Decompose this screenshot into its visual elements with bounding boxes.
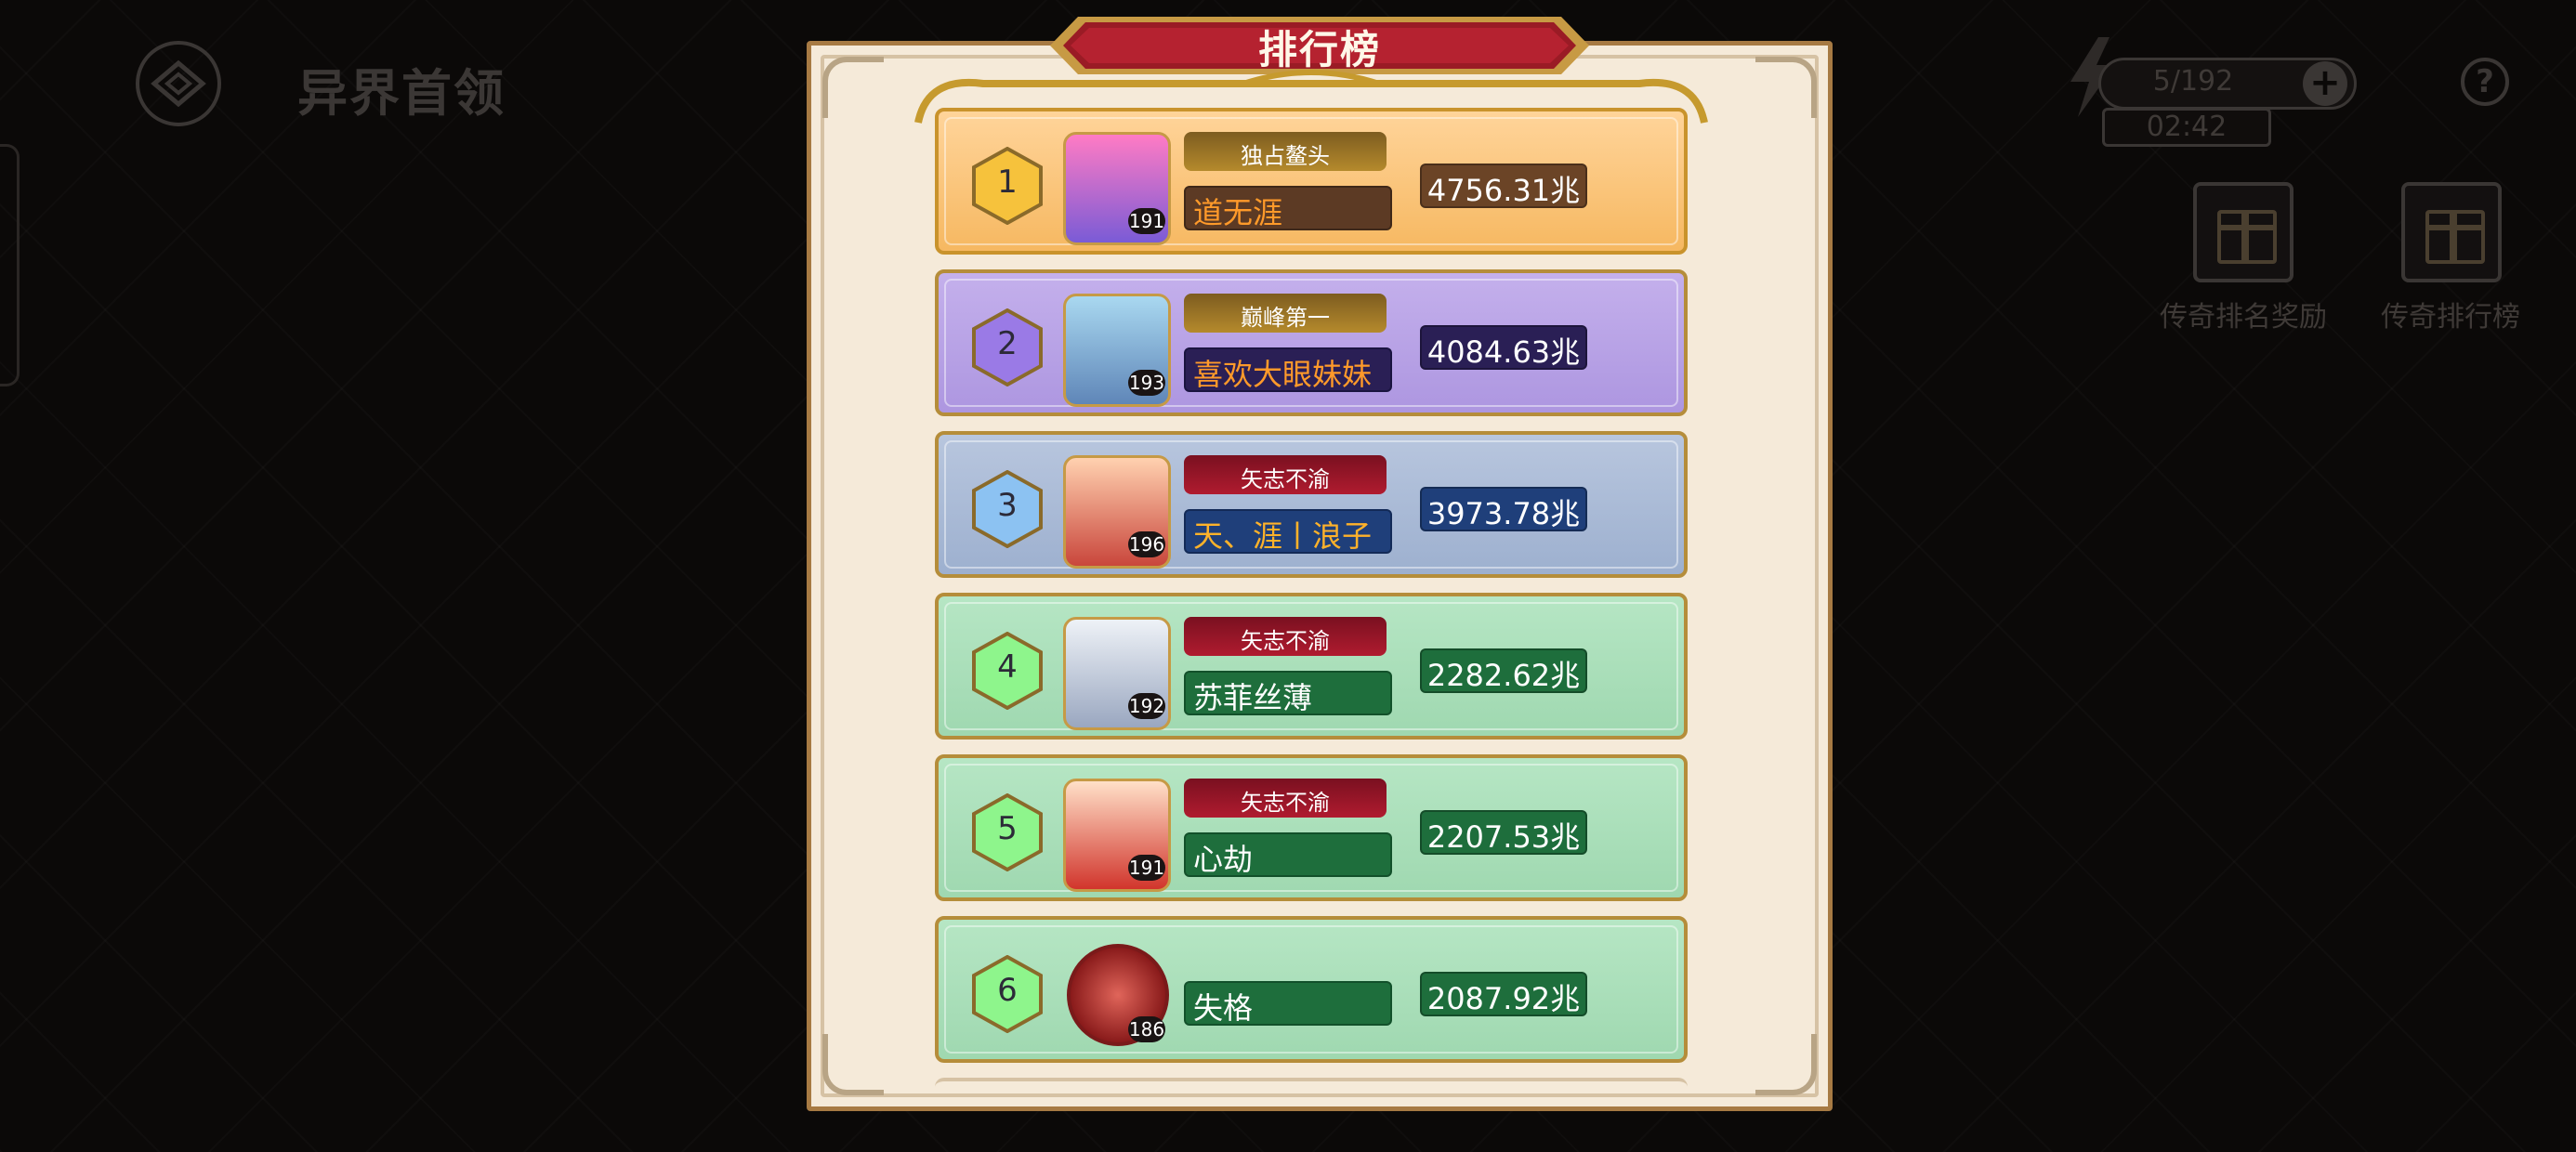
player-score: 2087.92兆 [1426, 981, 1581, 1016]
back-arrow-icon [151, 59, 206, 108]
rank-number: 2 [997, 325, 1018, 362]
rank-row-2[interactable]: 2 193 巅峰第一 喜欢大眼妹妹 4084.63兆 [935, 269, 1688, 416]
player-name: 失格 [1193, 990, 1254, 1026]
legend-rank-reward-label: 传奇排名奖励 [2160, 301, 2327, 334]
title-badge-label: 巅峰第一 [1241, 305, 1330, 331]
rank-row-1[interactable]: 1 191 独占鳌头 道无涯 4756.31兆 [935, 108, 1688, 255]
player-level: 192 [1128, 693, 1165, 719]
title-badge-label: 矢志不渝 [1241, 466, 1330, 492]
rank-row-6[interactable]: 6 186 失格 2087.92兆 [935, 916, 1688, 1063]
add-energy-button[interactable]: + [2303, 61, 2347, 106]
corner-ornament [822, 57, 884, 118]
player-level: 191 [1128, 208, 1165, 234]
player-name: 苏菲丝薄 [1193, 680, 1313, 715]
player-level: 191 [1128, 855, 1165, 881]
player-score: 2207.53兆 [1426, 819, 1581, 855]
title-badge-label: 矢志不渝 [1241, 628, 1330, 654]
player-name: 喜欢大眼妹妹 [1193, 357, 1373, 392]
corner-ornament [822, 1034, 884, 1095]
player-score: 4756.31兆 [1426, 173, 1581, 208]
page-title: 异界首领 [297, 64, 506, 123]
help-button[interactable]: ? [2461, 58, 2509, 106]
rank-number: 5 [997, 810, 1018, 847]
player-score: 4084.63兆 [1426, 334, 1581, 370]
title-badge-label: 矢志不渝 [1241, 790, 1330, 816]
rank-row-4[interactable]: 4 192 矢志不渝 苏菲丝薄 2282.62兆 [935, 593, 1688, 740]
rank-number: 6 [997, 972, 1018, 1009]
back-button[interactable] [136, 41, 221, 126]
player-name: 心劫 [1193, 842, 1254, 877]
player-level: 186 [1128, 1016, 1165, 1042]
player-level: 196 [1128, 531, 1165, 557]
player-name: 道无涯 [1193, 195, 1283, 230]
side-drawer-handle[interactable] [0, 144, 20, 386]
player-score: 2282.62兆 [1426, 658, 1581, 693]
gift-icon [2425, 210, 2485, 264]
player-score: 3973.78兆 [1426, 496, 1581, 531]
corner-ornament [1755, 1034, 1817, 1095]
gift-icon [2217, 210, 2277, 264]
player-level: 193 [1128, 370, 1165, 396]
legend-leaderboard-label: 传奇排行榜 [2381, 301, 2520, 334]
next-row-peek [935, 1078, 1688, 1091]
energy-count: 5/192 [2152, 65, 2234, 98]
legend-rank-reward-button[interactable] [2193, 182, 2293, 282]
energy-timer: 02:42 [2102, 108, 2271, 147]
legend-leaderboard-button[interactable] [2401, 182, 2502, 282]
rank-number: 3 [997, 487, 1018, 524]
rank-row-3[interactable]: 3 196 矢志不渝 天、涯丨浪子 3973.78兆 [935, 431, 1688, 578]
title-badge-label: 独占鳌头 [1241, 143, 1330, 169]
rank-number: 4 [997, 648, 1018, 686]
corner-ornament [1755, 57, 1817, 118]
rank-row-5[interactable]: 5 191 矢志不渝 心劫 2207.53兆 [935, 754, 1688, 901]
rank-number: 1 [997, 164, 1018, 201]
player-name: 天、涯丨浪子 [1193, 518, 1373, 554]
